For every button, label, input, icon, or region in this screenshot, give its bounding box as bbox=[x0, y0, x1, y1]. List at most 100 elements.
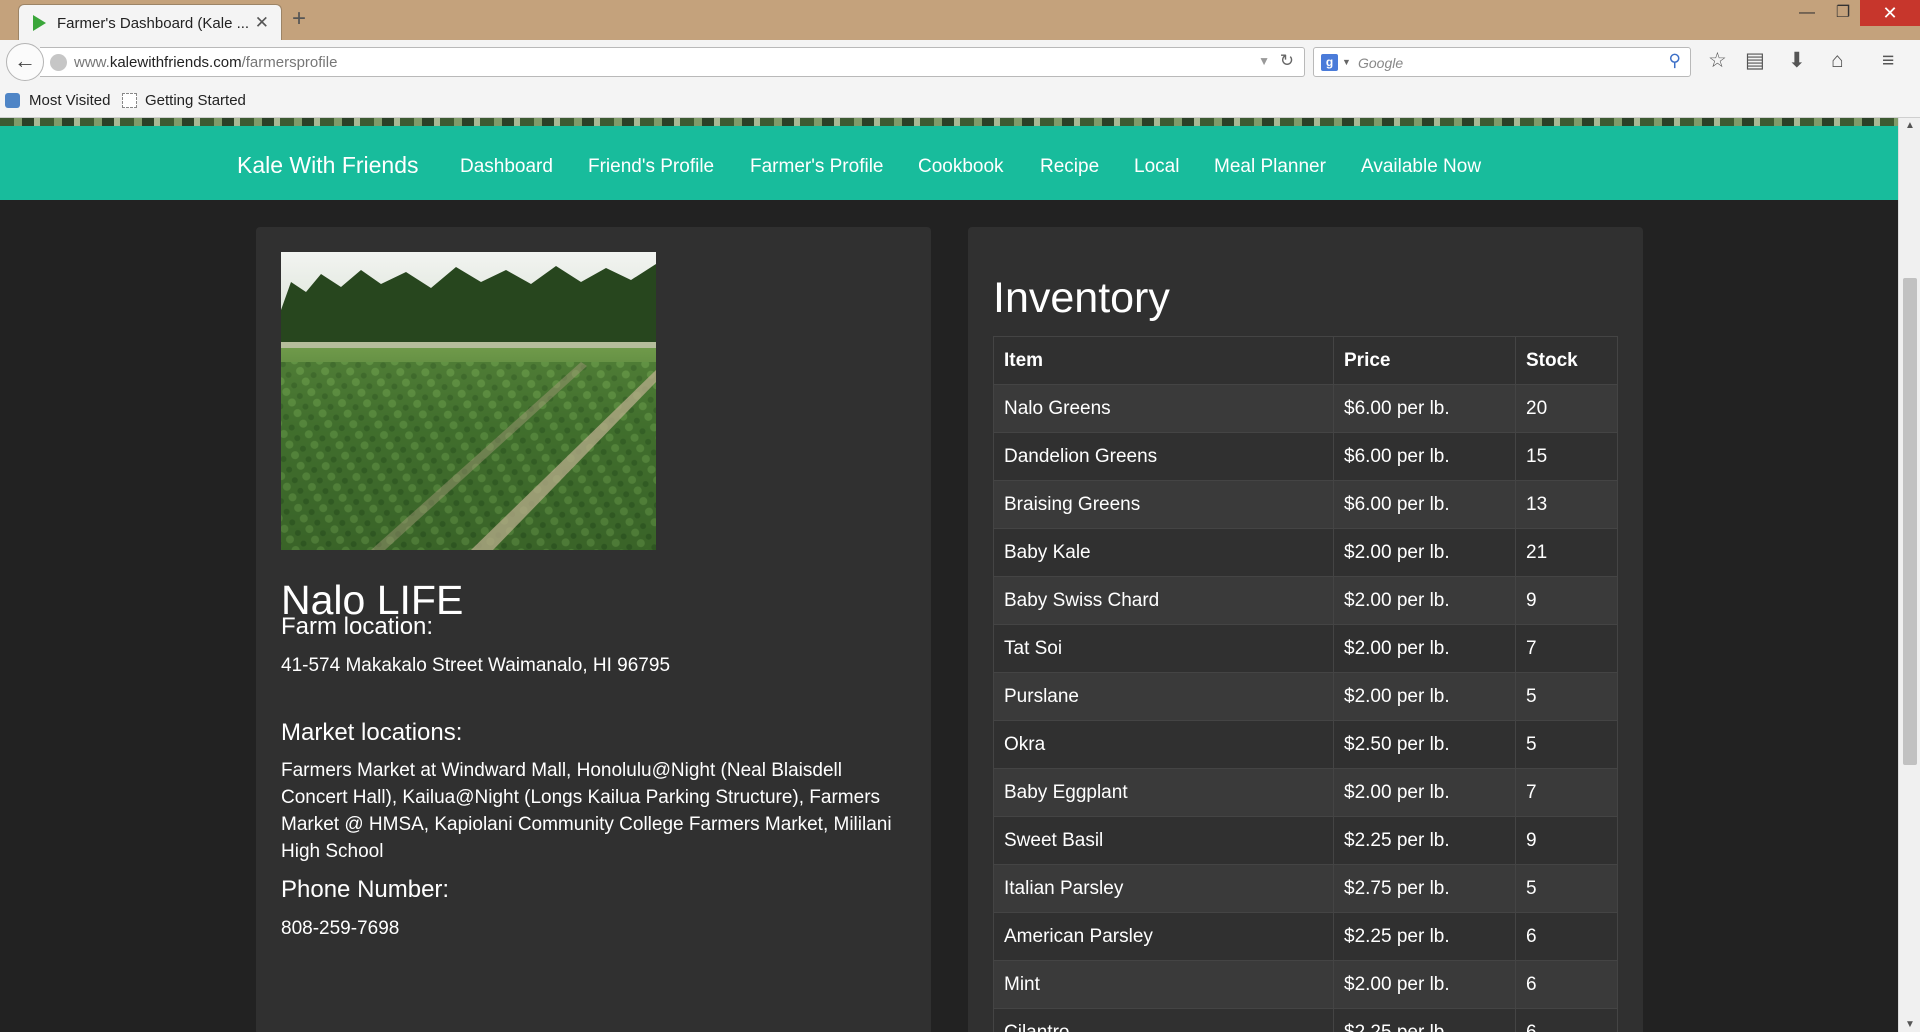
farm-profile-panel: Nalo LIFE Farm location: 41-574 Makakalo… bbox=[256, 227, 931, 1032]
address-bar[interactable]: www.kalewithfriends.com/farmersprofile ▼… bbox=[40, 47, 1305, 77]
cell-price: $2.25 per lb. bbox=[1333, 816, 1516, 865]
cell-item: Cilantro bbox=[993, 1008, 1334, 1032]
cell-price: $2.25 per lb. bbox=[1333, 912, 1516, 961]
cell-stock: 20 bbox=[1515, 384, 1618, 433]
url-path: /farmersprofile bbox=[241, 54, 338, 71]
farm-location-label: Farm location: bbox=[281, 613, 434, 640]
nav-meal-planner[interactable]: Meal Planner bbox=[1214, 156, 1326, 178]
bookmark-getting-started[interactable]: Getting Started bbox=[145, 92, 246, 109]
inventory-rows: Nalo Greens $6.00 per lb. 20 Dandelion Gree… bbox=[993, 384, 1618, 1032]
cell-item: Nalo Greens bbox=[993, 384, 1334, 433]
page-scrollbar[interactable]: ▲ ▼ bbox=[1898, 118, 1920, 1032]
cell-stock: 5 bbox=[1515, 864, 1618, 913]
cell-stock: 9 bbox=[1515, 816, 1618, 865]
table-row: Tat Soi $2.00 per lb. 7 bbox=[993, 624, 1618, 673]
scrollbar-thumb[interactable] bbox=[1903, 278, 1917, 765]
getting-started-icon bbox=[122, 93, 137, 108]
kale-field-image bbox=[281, 252, 656, 550]
back-arrow-icon: ← bbox=[14, 48, 36, 73]
bookmarks-bar: Most Visited Getting Started bbox=[0, 84, 1920, 118]
inventory-table: Item Price Stock Nalo Greens $6.00 per lb… bbox=[993, 336, 1618, 1032]
cell-stock: 6 bbox=[1515, 960, 1618, 1009]
engine-dropdown-icon[interactable]: ▼ bbox=[1342, 57, 1351, 67]
cell-price: $2.00 per lb. bbox=[1333, 960, 1516, 1009]
url-text[interactable]: www.kalewithfriends.com/farmersprofile bbox=[74, 54, 337, 71]
cell-stock: 7 bbox=[1515, 768, 1618, 817]
farm-photo bbox=[281, 252, 656, 550]
cell-item: Baby Swiss Chard bbox=[993, 576, 1334, 625]
browser-tab[interactable]: Farmer's Dashboard (Kale ... ✕ bbox=[18, 4, 282, 40]
cell-price: $6.00 per lb. bbox=[1333, 384, 1516, 433]
table-row: Baby Kale $2.00 per lb. 21 bbox=[993, 528, 1618, 577]
search-input[interactable]: Google bbox=[1358, 55, 1403, 71]
cell-stock: 21 bbox=[1515, 528, 1618, 577]
table-row: Braising Greens $6.00 per lb. 13 bbox=[993, 480, 1618, 529]
search-bar[interactable]: g ▼ Google ⚲ bbox=[1313, 47, 1691, 77]
cell-price: $2.00 per lb. bbox=[1333, 528, 1516, 577]
cell-price: $2.75 per lb. bbox=[1333, 864, 1516, 913]
url-prefix: www. bbox=[74, 54, 110, 71]
nav-cookbook[interactable]: Cookbook bbox=[918, 156, 1004, 178]
cell-item: Baby Eggplant bbox=[993, 768, 1334, 817]
cell-stock: 15 bbox=[1515, 432, 1618, 481]
cell-item: Baby Kale bbox=[993, 528, 1334, 577]
tab-close-icon[interactable]: ✕ bbox=[255, 13, 269, 33]
table-row: Okra $2.50 per lb. 5 bbox=[993, 720, 1618, 769]
scroll-up-arrow-icon[interactable]: ▲ bbox=[1899, 120, 1920, 131]
back-button[interactable]: ← bbox=[6, 43, 44, 81]
reading-list-icon[interactable]: ▤ bbox=[1745, 49, 1765, 73]
cell-stock: 6 bbox=[1515, 912, 1618, 961]
cell-price: $2.00 per lb. bbox=[1333, 624, 1516, 673]
search-magnifier-icon[interactable]: ⚲ bbox=[1669, 51, 1681, 71]
cell-item: Mint bbox=[993, 960, 1334, 1009]
url-history-dropdown-icon[interactable]: ▼ bbox=[1258, 54, 1270, 68]
table-row: Cilantro $2.25 per lb. 6 bbox=[993, 1008, 1618, 1032]
nav-friends-profile[interactable]: Friend's Profile bbox=[588, 156, 714, 178]
cell-stock: 7 bbox=[1515, 624, 1618, 673]
cell-item: Okra bbox=[993, 720, 1334, 769]
cell-price: $2.50 per lb. bbox=[1333, 720, 1516, 769]
table-row: Italian Parsley $2.75 per lb. 5 bbox=[993, 864, 1618, 913]
cell-item: Dandelion Greens bbox=[993, 432, 1334, 481]
cell-item: Italian Parsley bbox=[993, 864, 1334, 913]
column-header-stock: Stock bbox=[1515, 336, 1618, 385]
reload-icon[interactable]: ↻ bbox=[1280, 51, 1294, 71]
home-icon[interactable]: ⌂ bbox=[1831, 49, 1844, 73]
nav-recipe[interactable]: Recipe bbox=[1040, 156, 1099, 178]
scroll-down-arrow-icon[interactable]: ▼ bbox=[1899, 1019, 1920, 1030]
table-row: Purslane $2.00 per lb. 5 bbox=[993, 672, 1618, 721]
cell-price: $2.25 per lb. bbox=[1333, 1008, 1516, 1032]
menu-icon[interactable]: ≡ bbox=[1882, 49, 1894, 73]
window-minimize-button[interactable]: — bbox=[1790, 0, 1824, 26]
cell-price: $6.00 per lb. bbox=[1333, 432, 1516, 481]
bookmark-star-icon[interactable]: ☆ bbox=[1708, 49, 1727, 73]
cell-stock: 5 bbox=[1515, 672, 1618, 721]
market-locations-label: Market locations: bbox=[281, 719, 463, 746]
table-row: American Parsley $2.25 per lb. 6 bbox=[993, 912, 1618, 961]
nav-dashboard[interactable]: Dashboard bbox=[460, 156, 553, 178]
bookmark-most-visited[interactable]: Most Visited bbox=[29, 92, 110, 109]
browser-toolbar: www.kalewithfriends.com/farmersprofile ▼… bbox=[0, 40, 1920, 84]
cell-price: $6.00 per lb. bbox=[1333, 480, 1516, 529]
table-row: Dandelion Greens $6.00 per lb. 15 bbox=[993, 432, 1618, 481]
table-row: Sweet Basil $2.25 per lb. 9 bbox=[993, 816, 1618, 865]
site-brand-link[interactable]: Kale With Friends bbox=[237, 152, 419, 179]
new-tab-button[interactable]: + bbox=[292, 7, 306, 31]
cell-stock: 5 bbox=[1515, 720, 1618, 769]
column-header-price: Price bbox=[1333, 336, 1516, 385]
table-row: Mint $2.00 per lb. 6 bbox=[993, 960, 1618, 1009]
nav-local[interactable]: Local bbox=[1134, 156, 1179, 178]
cell-price: $2.00 per lb. bbox=[1333, 672, 1516, 721]
google-engine-icon[interactable]: g bbox=[1321, 54, 1338, 71]
column-header-item: Item bbox=[993, 336, 1334, 385]
downloads-icon[interactable]: ⬇ bbox=[1788, 49, 1806, 73]
window-maximize-button[interactable]: ❐ bbox=[1826, 0, 1860, 26]
inventory-title: Inventory bbox=[993, 274, 1170, 322]
window-close-button[interactable]: ✕ bbox=[1860, 0, 1920, 26]
cell-stock: 13 bbox=[1515, 480, 1618, 529]
nav-farmers-profile[interactable]: Farmer's Profile bbox=[750, 156, 883, 178]
phone-value: 808-259-7698 bbox=[281, 918, 400, 939]
hero-image-strip bbox=[0, 118, 1898, 126]
cell-item: Tat Soi bbox=[993, 624, 1334, 673]
nav-available-now[interactable]: Available Now bbox=[1361, 156, 1481, 178]
